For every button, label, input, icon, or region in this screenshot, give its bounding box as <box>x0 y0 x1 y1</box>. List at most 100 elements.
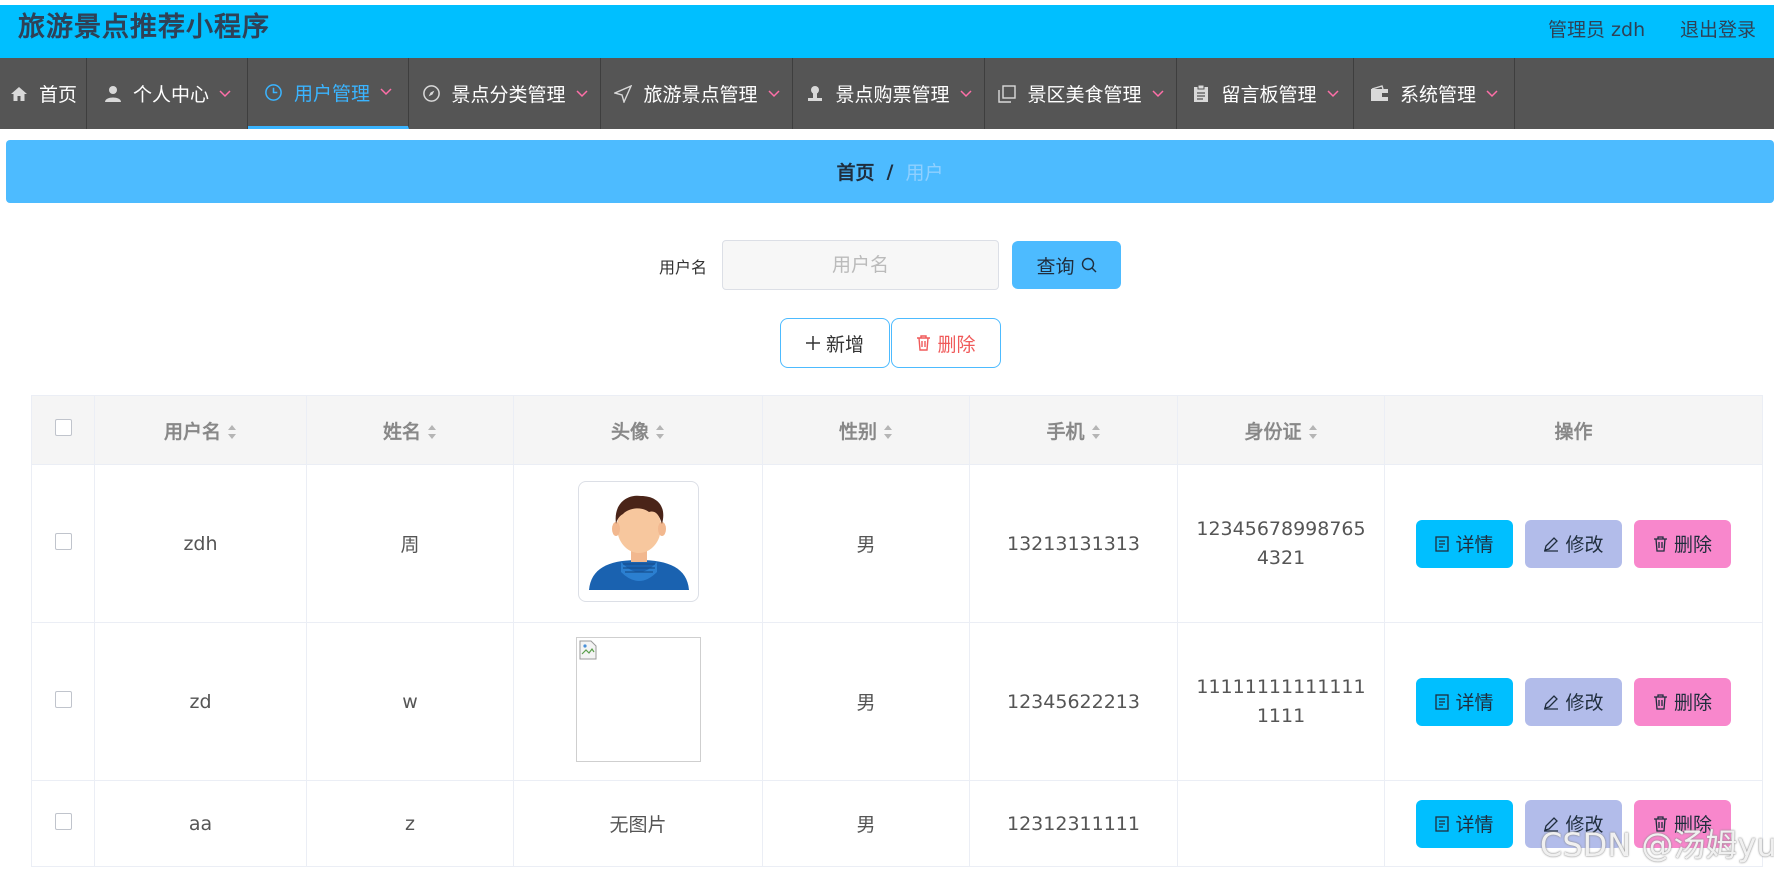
table-row: zdh 周 男 13213131313 123456789987654321 详… <box>31 464 1763 623</box>
bulk-delete-label: 删除 <box>937 333 976 356</box>
pencil-icon <box>1543 536 1559 552</box>
column-header-avatar[interactable]: 头像 <box>513 395 763 465</box>
broken-image-icon <box>579 640 596 659</box>
admin-user-label: 管理员 zdh <box>1548 19 1646 41</box>
nav-item-scenic-management[interactable]: 旅游景点管理 <box>601 58 793 129</box>
nav-item-user-management[interactable]: 用户管理 <box>248 58 409 129</box>
chevron-down-icon <box>380 88 392 96</box>
add-button-label: 新增 <box>825 333 864 356</box>
cell-actions: 详情 修改 删除 <box>1384 464 1763 623</box>
detail-button[interactable]: 详情 <box>1416 799 1513 848</box>
document-icon <box>1435 693 1450 710</box>
pencil-icon <box>1543 694 1559 710</box>
table-row: zd w 男 12345622213 111111111111111111 详情 <box>31 622 1763 781</box>
home-icon <box>9 84 29 104</box>
sort-icon <box>428 425 436 439</box>
sort-icon <box>228 425 236 439</box>
copy-icon <box>997 84 1017 104</box>
breadcrumb-current: 用户 <box>905 162 944 184</box>
cell-avatar <box>513 464 763 623</box>
nav-item-message-board[interactable]: 留言板管理 <box>1177 58 1354 129</box>
user-table: 用户名 姓名 头像 性别 手机 身份证 操作 zdh 周 男 132131313… <box>31 395 1763 867</box>
chevron-down-icon <box>767 89 780 98</box>
cell-username: zdh <box>94 464 307 623</box>
nav-item-label: 个人中心 <box>132 84 209 106</box>
nav-item-ticket-management[interactable]: 景点购票管理 <box>793 58 985 129</box>
main-nav: 首页 个人中心 用户管理 景点分类管理 旅游景点管理 景点购票管理 景区美食管理… <box>0 58 1774 129</box>
cell-id-card: 111111111111111111 <box>1177 622 1385 781</box>
nav-item-label: 旅游景点管理 <box>643 84 758 106</box>
chevron-down-icon <box>575 89 588 98</box>
query-button-label: 查询 <box>1036 255 1075 278</box>
column-header-name[interactable]: 姓名 <box>306 395 514 465</box>
row-checkbox[interactable] <box>54 690 72 708</box>
row-select-cell <box>31 780 95 867</box>
chevron-down-icon <box>1151 89 1164 98</box>
cell-actions: 详情 修改 删除 <box>1384 622 1763 781</box>
breadcrumb-separator: / <box>886 160 894 183</box>
watermark: CSDN @汤姆yu <box>1540 826 1774 864</box>
breadcrumb-home[interactable]: 首页 <box>837 158 875 185</box>
cell-gender: 男 <box>762 622 970 781</box>
sort-icon <box>1091 425 1100 439</box>
cell-name: z <box>306 780 514 867</box>
logout-link[interactable]: 退出登录 <box>1680 15 1756 42</box>
cell-gender: 男 <box>762 780 970 867</box>
id-card-value: 111111111111111111 <box>1196 675 1366 727</box>
cell-phone: 13213131313 <box>969 464 1178 623</box>
id-card-value: 123456789987654321 <box>1196 517 1366 569</box>
search-icon <box>1081 257 1097 273</box>
nav-item-home[interactable]: 首页 <box>0 58 87 129</box>
column-header-actions: 操作 <box>1384 395 1763 465</box>
trash-icon <box>916 335 931 351</box>
column-header-username[interactable]: 用户名 <box>94 395 307 465</box>
nav-item-label: 景区美食管理 <box>1027 84 1142 106</box>
delete-button[interactable]: 删除 <box>1634 677 1731 726</box>
document-icon <box>1435 535 1450 552</box>
cell-phone: 12345622213 <box>969 622 1178 781</box>
detail-button[interactable]: 详情 <box>1416 677 1513 726</box>
detail-button[interactable]: 详情 <box>1416 519 1513 568</box>
column-header-phone[interactable]: 手机 <box>969 395 1178 465</box>
cell-username: zd <box>94 622 307 781</box>
chevron-down-icon <box>1326 89 1339 98</box>
nav-item-label: 景点分类管理 <box>451 84 566 106</box>
table-header-row: 用户名 姓名 头像 性别 手机 身份证 操作 <box>31 395 1763 465</box>
wallet-icon <box>1370 84 1390 104</box>
cell-username: aa <box>94 780 307 867</box>
nav-item-label: 首页 <box>38 84 77 106</box>
breadcrumb: 首页 / 用户 <box>6 140 1774 203</box>
nav-item-personal-center[interactable]: 个人中心 <box>87 58 248 129</box>
avatar <box>577 480 699 602</box>
row-select-cell <box>31 464 95 623</box>
nav-item-food-management[interactable]: 景区美食管理 <box>985 58 1177 129</box>
plus-icon <box>805 336 820 350</box>
search-input[interactable] <box>722 240 999 290</box>
row-checkbox[interactable] <box>54 812 72 830</box>
query-button[interactable]: 查询 <box>1012 241 1121 289</box>
bulk-delete-button[interactable]: 删除 <box>891 318 1001 368</box>
column-header-id-card[interactable]: 身份证 <box>1177 395 1385 465</box>
document-icon <box>1435 815 1450 832</box>
search-label: 用户名 <box>659 258 708 277</box>
edit-button[interactable]: 修改 <box>1525 519 1622 568</box>
row-checkbox[interactable] <box>54 532 72 550</box>
top-header: 旅游景点推荐小程序 管理员 zdh 退出登录 <box>0 5 1774 58</box>
nav-item-category-management[interactable]: 景点分类管理 <box>409 58 601 129</box>
clock-icon <box>264 82 284 102</box>
column-header-gender[interactable]: 性别 <box>762 395 970 465</box>
cell-avatar <box>513 622 763 781</box>
app-title: 旅游景点推荐小程序 <box>18 12 270 43</box>
cell-id-card <box>1177 780 1385 867</box>
sort-icon <box>884 425 892 439</box>
trash-icon <box>1653 693 1668 710</box>
nav-item-label: 留言板管理 <box>1221 84 1317 106</box>
select-all-checkbox[interactable] <box>54 419 72 436</box>
delete-button[interactable]: 删除 <box>1634 519 1731 568</box>
nav-item-system-management[interactable]: 系统管理 <box>1354 58 1515 129</box>
cell-avatar: 无图片 <box>513 780 763 867</box>
cell-name: 周 <box>306 464 514 623</box>
clipboard-icon <box>1191 84 1211 104</box>
add-button[interactable]: 新增 <box>780 318 890 368</box>
edit-button[interactable]: 修改 <box>1525 677 1622 726</box>
